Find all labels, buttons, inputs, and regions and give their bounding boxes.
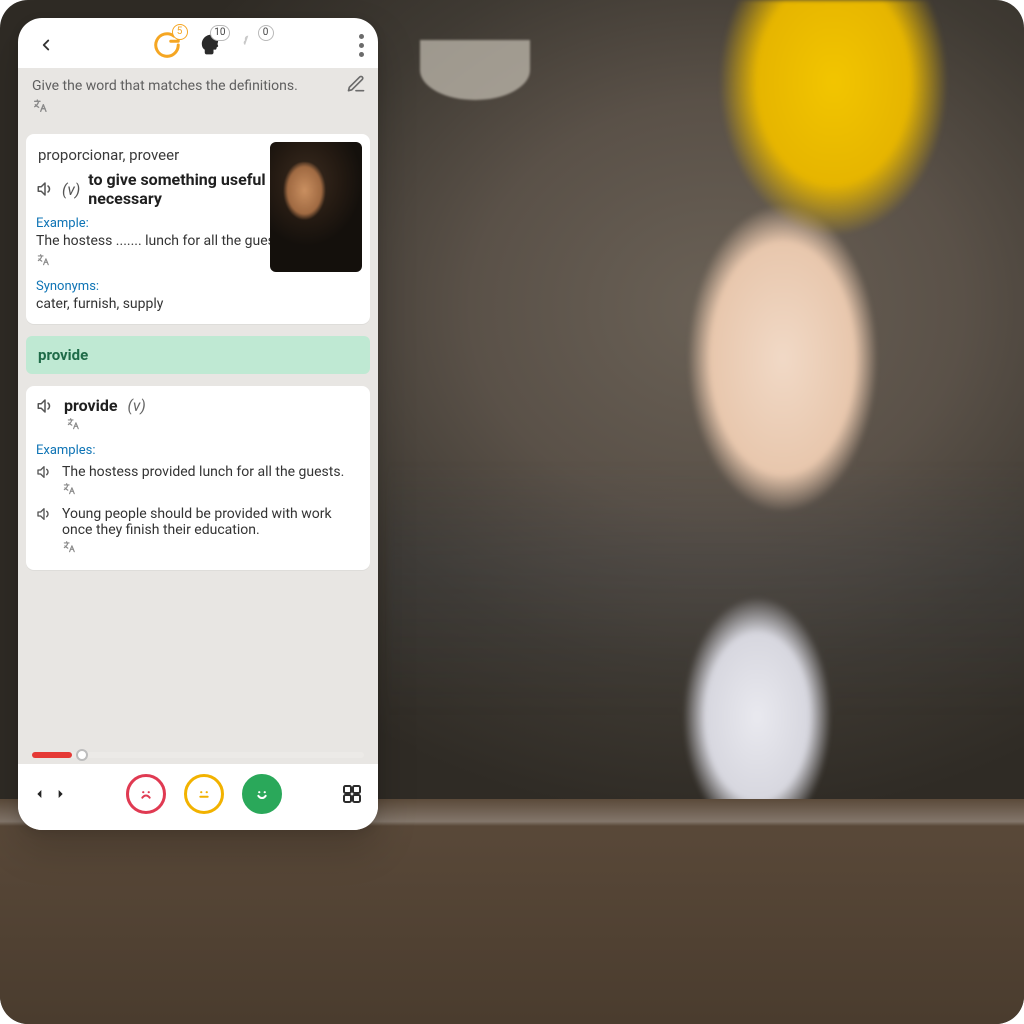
top-status-icons: 5 10 0 bbox=[152, 30, 268, 60]
lamp-shape bbox=[420, 40, 530, 100]
play-example-audio-button[interactable] bbox=[36, 464, 52, 480]
head-badge[interactable]: 10 bbox=[196, 31, 224, 59]
footer-bar bbox=[18, 764, 378, 830]
progress-fill bbox=[32, 752, 72, 758]
definition-card: proporcionar, proveer (v) to give someth… bbox=[26, 134, 370, 324]
card-thumbnail bbox=[270, 142, 362, 272]
dot-icon bbox=[359, 34, 364, 39]
list-item: The hostess provided lunch for all the g… bbox=[36, 464, 360, 500]
chevron-left-icon bbox=[37, 36, 55, 54]
translate-example-1-button[interactable] bbox=[62, 482, 76, 496]
more-menu-button[interactable] bbox=[359, 34, 364, 57]
translate-example-button[interactable] bbox=[36, 253, 50, 267]
translate-button[interactable] bbox=[32, 98, 48, 114]
spacer bbox=[18, 576, 378, 752]
scene-root: 5 10 0 bbox=[0, 0, 1024, 1024]
back-button[interactable] bbox=[32, 31, 60, 59]
dot-icon bbox=[359, 43, 364, 48]
happy-face-icon bbox=[251, 783, 273, 805]
progress-thumb[interactable] bbox=[76, 749, 88, 761]
translate-icon bbox=[36, 253, 50, 267]
answer-pos: (v) bbox=[128, 396, 146, 415]
edit-button[interactable] bbox=[346, 74, 366, 94]
head-count: 10 bbox=[210, 25, 229, 41]
examples-list: The hostess provided lunch for all the g… bbox=[36, 464, 360, 558]
translate-icon bbox=[66, 417, 80, 431]
arrow-right-icon bbox=[52, 786, 68, 802]
example-sentence: The hostess provided lunch for all the g… bbox=[62, 464, 344, 480]
play-audio-button[interactable] bbox=[36, 180, 54, 198]
translate-example-2-button[interactable] bbox=[62, 540, 76, 554]
rate-ok-button[interactable] bbox=[184, 774, 224, 814]
synonyms-text: cater, furnish, supply bbox=[36, 296, 360, 312]
speaker-icon bbox=[36, 180, 54, 198]
arrow-left-icon bbox=[32, 786, 48, 802]
answer-head: provide (v) bbox=[36, 396, 360, 415]
translate-answer-button[interactable] bbox=[66, 417, 80, 431]
grid-icon bbox=[340, 782, 364, 806]
progress-wrap bbox=[18, 752, 378, 764]
speaker-icon bbox=[36, 506, 52, 522]
sad-face-icon bbox=[135, 783, 157, 805]
progress-bar[interactable] bbox=[32, 752, 364, 758]
rate-bad-button[interactable] bbox=[126, 774, 166, 814]
play-example-audio-button[interactable] bbox=[36, 506, 52, 522]
instruction-area: Give the word that matches the definitio… bbox=[18, 68, 378, 128]
refresh-badge[interactable]: 5 bbox=[152, 30, 182, 60]
edit-icon bbox=[346, 74, 366, 94]
translate-icon bbox=[62, 482, 76, 496]
brain-count: 0 bbox=[258, 25, 274, 41]
play-answer-audio-button[interactable] bbox=[36, 397, 54, 415]
answer-word: provide bbox=[64, 396, 118, 415]
answer-card: provide (v) Examples: bbox=[26, 386, 370, 570]
instruction-text: Give the word that matches the definitio… bbox=[32, 78, 364, 94]
grid-view-button[interactable] bbox=[340, 782, 364, 806]
answer-banner: provide bbox=[26, 336, 370, 374]
synonyms-label: Synonyms: bbox=[36, 279, 360, 294]
examples-label: Examples: bbox=[36, 443, 360, 458]
dot-icon bbox=[359, 52, 364, 57]
app-phone-card: 5 10 0 bbox=[18, 18, 378, 830]
example-sentence: Young people should be provided with wor… bbox=[62, 506, 360, 538]
top-bar: 5 10 0 bbox=[18, 18, 378, 68]
part-of-speech: (v) bbox=[62, 180, 80, 199]
refresh-count: 5 bbox=[172, 24, 188, 40]
speaker-icon bbox=[36, 397, 54, 415]
list-item: Young people should be provided with wor… bbox=[36, 506, 360, 558]
translate-icon bbox=[62, 540, 76, 554]
rate-good-button[interactable] bbox=[242, 774, 282, 814]
brain-badge[interactable]: 0 bbox=[238, 31, 268, 59]
swap-button[interactable] bbox=[32, 786, 68, 802]
speaker-icon bbox=[36, 464, 52, 480]
rating-faces bbox=[126, 774, 282, 814]
lesson-body: Give the word that matches the definitio… bbox=[18, 68, 378, 764]
translate-icon bbox=[32, 98, 48, 114]
neutral-face-icon bbox=[193, 783, 215, 805]
